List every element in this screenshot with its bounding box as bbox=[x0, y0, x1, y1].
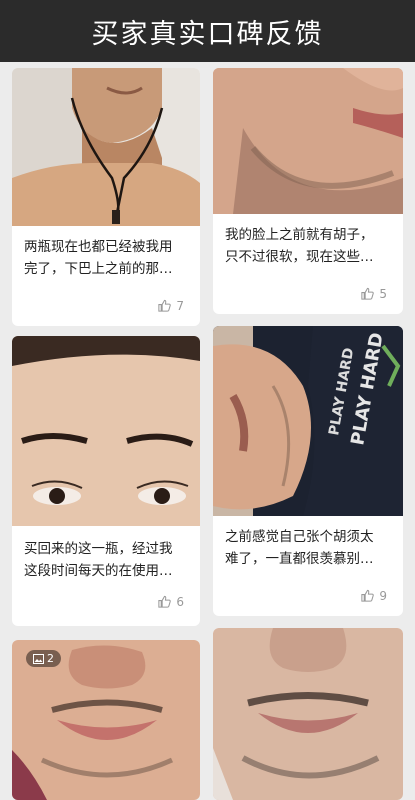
review-photo-image bbox=[213, 628, 403, 800]
review-text-line: 之前感觉自己张个胡须太 bbox=[225, 529, 374, 545]
image-icon bbox=[33, 653, 44, 664]
review-text: 我的脸上之前就有胡子， 只不过很软，现在这些… bbox=[225, 224, 393, 268]
gallery-count: 2 bbox=[47, 652, 54, 665]
review-text-line: 这段时间每天的在使用… bbox=[24, 563, 173, 579]
review-photo[interactable] bbox=[213, 628, 403, 800]
thumbs-up-icon bbox=[361, 589, 375, 602]
review-text-line: 两瓶现在也都已经被我用 bbox=[24, 239, 173, 255]
like-button[interactable]: 6 bbox=[157, 594, 184, 609]
review-text-line: 我的脸上之前就有胡子， bbox=[225, 227, 374, 243]
review-text-line: 只不过很软，现在这些… bbox=[225, 249, 374, 265]
thumbs-up-icon bbox=[158, 595, 172, 608]
review-photo[interactable]: PLAY HARD PLAY HARD bbox=[213, 326, 403, 516]
page-header: 买家真实口碑反馈 bbox=[0, 0, 415, 62]
review-card[interactable]: 买回来的这一瓶，经过我 这段时间每天的在使用… 6 bbox=[12, 336, 200, 626]
review-photo-image: PLAY HARD PLAY HARD bbox=[213, 326, 403, 516]
review-card[interactable]: 2 bbox=[12, 640, 200, 800]
review-card[interactable]: 两瓶现在也都已经被我用 完了，下巴上之前的那… 7 bbox=[12, 68, 200, 326]
review-photo-image bbox=[12, 336, 200, 526]
like-button[interactable]: 9 bbox=[360, 588, 387, 603]
review-text: 两瓶现在也都已经被我用 完了，下巴上之前的那… bbox=[24, 236, 190, 280]
review-card[interactable] bbox=[213, 628, 403, 800]
like-count: 6 bbox=[176, 594, 184, 609]
review-photo[interactable] bbox=[213, 68, 403, 214]
like-count: 7 bbox=[176, 298, 184, 313]
review-card[interactable]: 我的脸上之前就有胡子， 只不过很软，现在这些… 5 bbox=[213, 68, 403, 314]
review-text: 之前感觉自己张个胡须太 难了，一直都很羡慕别… bbox=[225, 526, 393, 570]
review-photo-image bbox=[12, 68, 200, 226]
review-photo[interactable] bbox=[12, 336, 200, 526]
review-text-line: 完了，下巴上之前的那… bbox=[24, 261, 173, 277]
review-text: 买回来的这一瓶，经过我 这段时间每天的在使用… bbox=[24, 538, 190, 582]
review-card[interactable]: PLAY HARD PLAY HARD 之前感觉自己张个胡须太 难了，一直都很羡… bbox=[213, 326, 403, 616]
review-photo[interactable] bbox=[12, 68, 200, 226]
thumbs-up-icon bbox=[361, 287, 375, 300]
like-count: 9 bbox=[379, 588, 387, 603]
thumbs-up-icon bbox=[158, 299, 172, 312]
like-count: 5 bbox=[379, 286, 387, 301]
like-button[interactable]: 7 bbox=[157, 298, 184, 313]
review-text-line: 难了，一直都很羡慕别… bbox=[225, 551, 374, 567]
review-text-line: 买回来的这一瓶，经过我 bbox=[24, 541, 173, 557]
page-title: 买家真实口碑反馈 bbox=[91, 18, 324, 50]
like-button[interactable]: 5 bbox=[360, 286, 387, 301]
gallery-badge: 2 bbox=[26, 650, 61, 667]
review-photo-image bbox=[213, 68, 403, 214]
